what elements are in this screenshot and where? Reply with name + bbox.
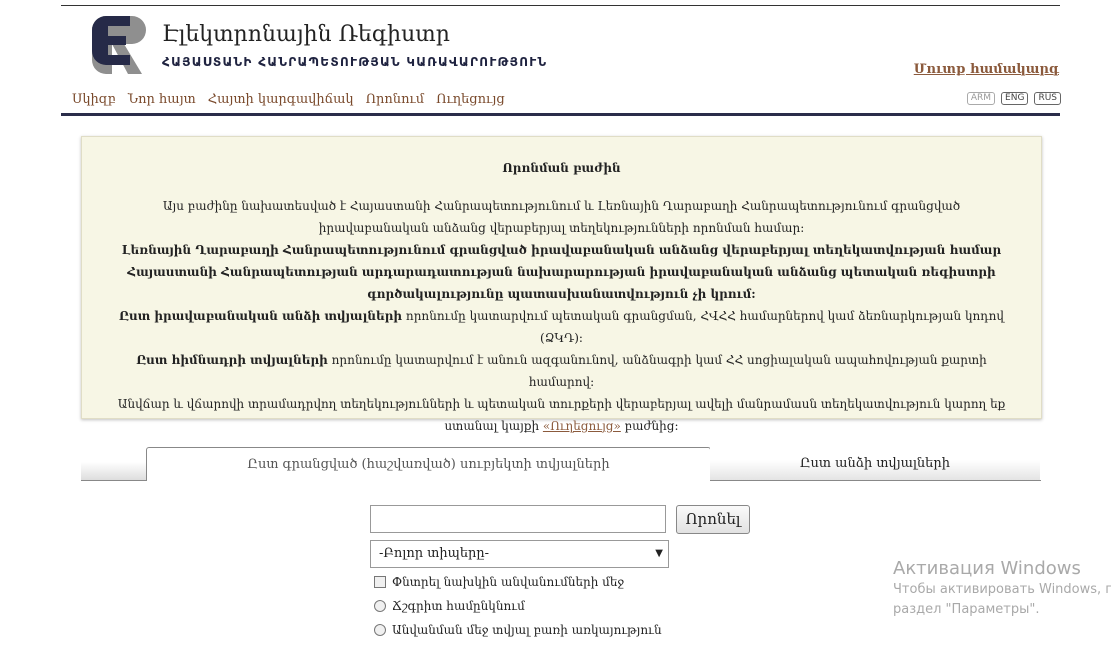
checkbox-icon[interactable] xyxy=(374,576,386,588)
info-paragraph-1: Այս բաժինը նախատեսված է Հայաստանի Հանրապ… xyxy=(162,199,961,235)
nav-application-status[interactable]: Հայտի կարգավիճակ xyxy=(208,92,354,107)
lang-eng-button[interactable]: ENG xyxy=(1001,92,1029,105)
watermark-title: Активация Windows xyxy=(893,558,1081,579)
login-link[interactable]: Մուտք համակարգ xyxy=(914,62,1059,77)
exact-match-label: Ճշգրիտ համընկնում xyxy=(392,599,525,613)
radio-icon[interactable] xyxy=(374,624,386,636)
contains-word-option[interactable]: Անվանման մեջ տվյալ բառի առկայություն xyxy=(374,623,662,637)
entity-type-select[interactable]: -Բոլոր տիպերը- ▼ xyxy=(370,540,669,568)
dropdown-arrow-icon: ▼ xyxy=(655,548,663,559)
main-nav: Սկիզբ Նոր հայտ Հայտի կարգավիճակ Որոնում … xyxy=(72,92,517,107)
search-former-names-option[interactable]: Փնտրել նախկին անվանումների մեջ xyxy=(374,575,624,589)
search-button[interactable]: Որոնել xyxy=(676,505,750,534)
entity-type-select-value: -Բոլոր տիպերը- xyxy=(379,546,490,561)
nav-home[interactable]: Սկիզբ xyxy=(72,92,116,107)
language-switcher: ARM ENG RUS xyxy=(966,92,1061,105)
search-input[interactable] xyxy=(370,505,666,533)
nav-new-application[interactable]: Նոր հայտ xyxy=(128,92,196,107)
lang-arm-button[interactable]: ARM xyxy=(966,92,996,105)
site-title: Էլեկտրոնային Ռեգիստր xyxy=(162,22,450,47)
info-body: Այս բաժինը նախատեսված է Հայաստանի Հանրապ… xyxy=(82,195,1041,437)
info-title: Որոնման բաժին xyxy=(502,161,621,175)
guide-link[interactable]: «Ուղեցույց» xyxy=(543,419,621,433)
info-panel: Որոնման բաժին Այս բաժինը նախատեսված է Հա… xyxy=(81,136,1042,433)
site-subtitle: ՀԱՅԱՍՏԱՆԻ ՀԱՆՐԱՊԵՏՈՒԹՅԱՆ ԿԱՌԱՎԱՐՈՒԹՅՈՒՆ xyxy=(162,55,548,69)
tab-spacer xyxy=(81,462,147,480)
nav-search[interactable]: Որոնում xyxy=(366,92,425,107)
exact-match-option[interactable]: Ճշգրիտ համընկնում xyxy=(374,599,525,613)
er-logo-icon[interactable] xyxy=(92,14,146,76)
search-former-names-label: Փնտրել նախկին անվանումների մեջ xyxy=(392,575,625,589)
watermark-line-2: раздел "Параметры". xyxy=(893,602,1040,617)
windows-activation-watermark: Активация Windows Чтобы активировать Win… xyxy=(893,558,1111,620)
tab-by-person[interactable]: Ըստ անձի տվյալների xyxy=(710,447,1040,480)
info-paragraph-2: Լեռնային Ղարաբաղի Հանրապետությունում գրա… xyxy=(121,243,1002,301)
radio-icon[interactable] xyxy=(374,600,386,612)
info-paragraph-3: Ըստ իրավաբանական անձի տվյալների որոնումը… xyxy=(119,309,1004,345)
contains-word-label: Անվանման մեջ տվյալ բառի առկայություն xyxy=(392,623,662,637)
info-paragraph-4: Ըստ հիմնադրի տվյալների որոնումը կատարվու… xyxy=(136,353,987,389)
top-divider xyxy=(61,5,1060,6)
tab-by-registered-entity[interactable]: Ըստ գրանցված (հաշվառված) սուբյեկտի տվյալ… xyxy=(146,447,711,481)
watermark-line-1: Чтобы активировать Windows, п xyxy=(893,582,1111,597)
nav-guide[interactable]: Ուղեցույց xyxy=(436,92,505,107)
nav-divider xyxy=(61,113,1060,116)
info-paragraph-5: Անվճար և վճարովի տրամադրվող տեղեկություն… xyxy=(117,397,1006,433)
lang-rus-button[interactable]: RUS xyxy=(1034,92,1061,105)
